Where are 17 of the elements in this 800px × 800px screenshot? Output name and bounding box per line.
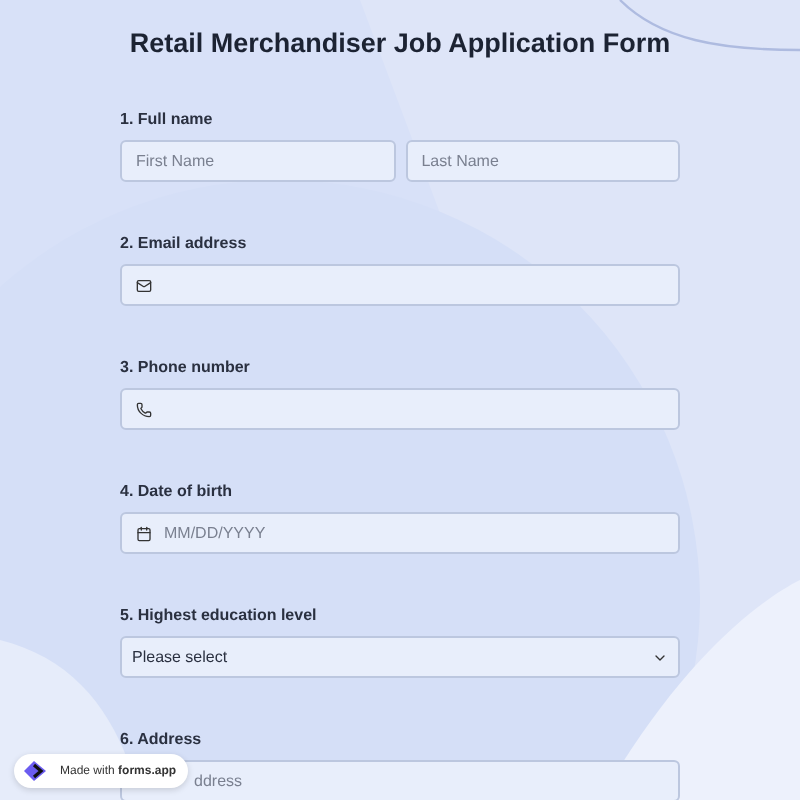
- form-title: Retail Merchandiser Job Application Form: [129, 28, 671, 58]
- input-field[interactable]: MM/DD/YYYY: [120, 512, 680, 554]
- input-field[interactable]: [120, 264, 680, 306]
- calendar-icon: [136, 525, 152, 541]
- mail-icon: [136, 277, 152, 293]
- question-label: 5. Highest education level: [120, 606, 319, 626]
- question-label: 1. Full name: [120, 110, 215, 130]
- question-label: 3. Phone number: [120, 358, 252, 378]
- question-label: 4. Date of birth: [120, 482, 235, 502]
- input-field[interactable]: First Name: [120, 140, 396, 182]
- logo-icon: [22, 758, 48, 784]
- question-label: 6. Address: [120, 730, 204, 750]
- select-field[interactable]: Please select: [120, 636, 680, 678]
- input-field[interactable]: Last Name: [405, 140, 680, 182]
- input-field[interactable]: [120, 388, 680, 430]
- question-label: 2. Email address: [120, 234, 249, 254]
- phone-icon: [136, 401, 152, 417]
